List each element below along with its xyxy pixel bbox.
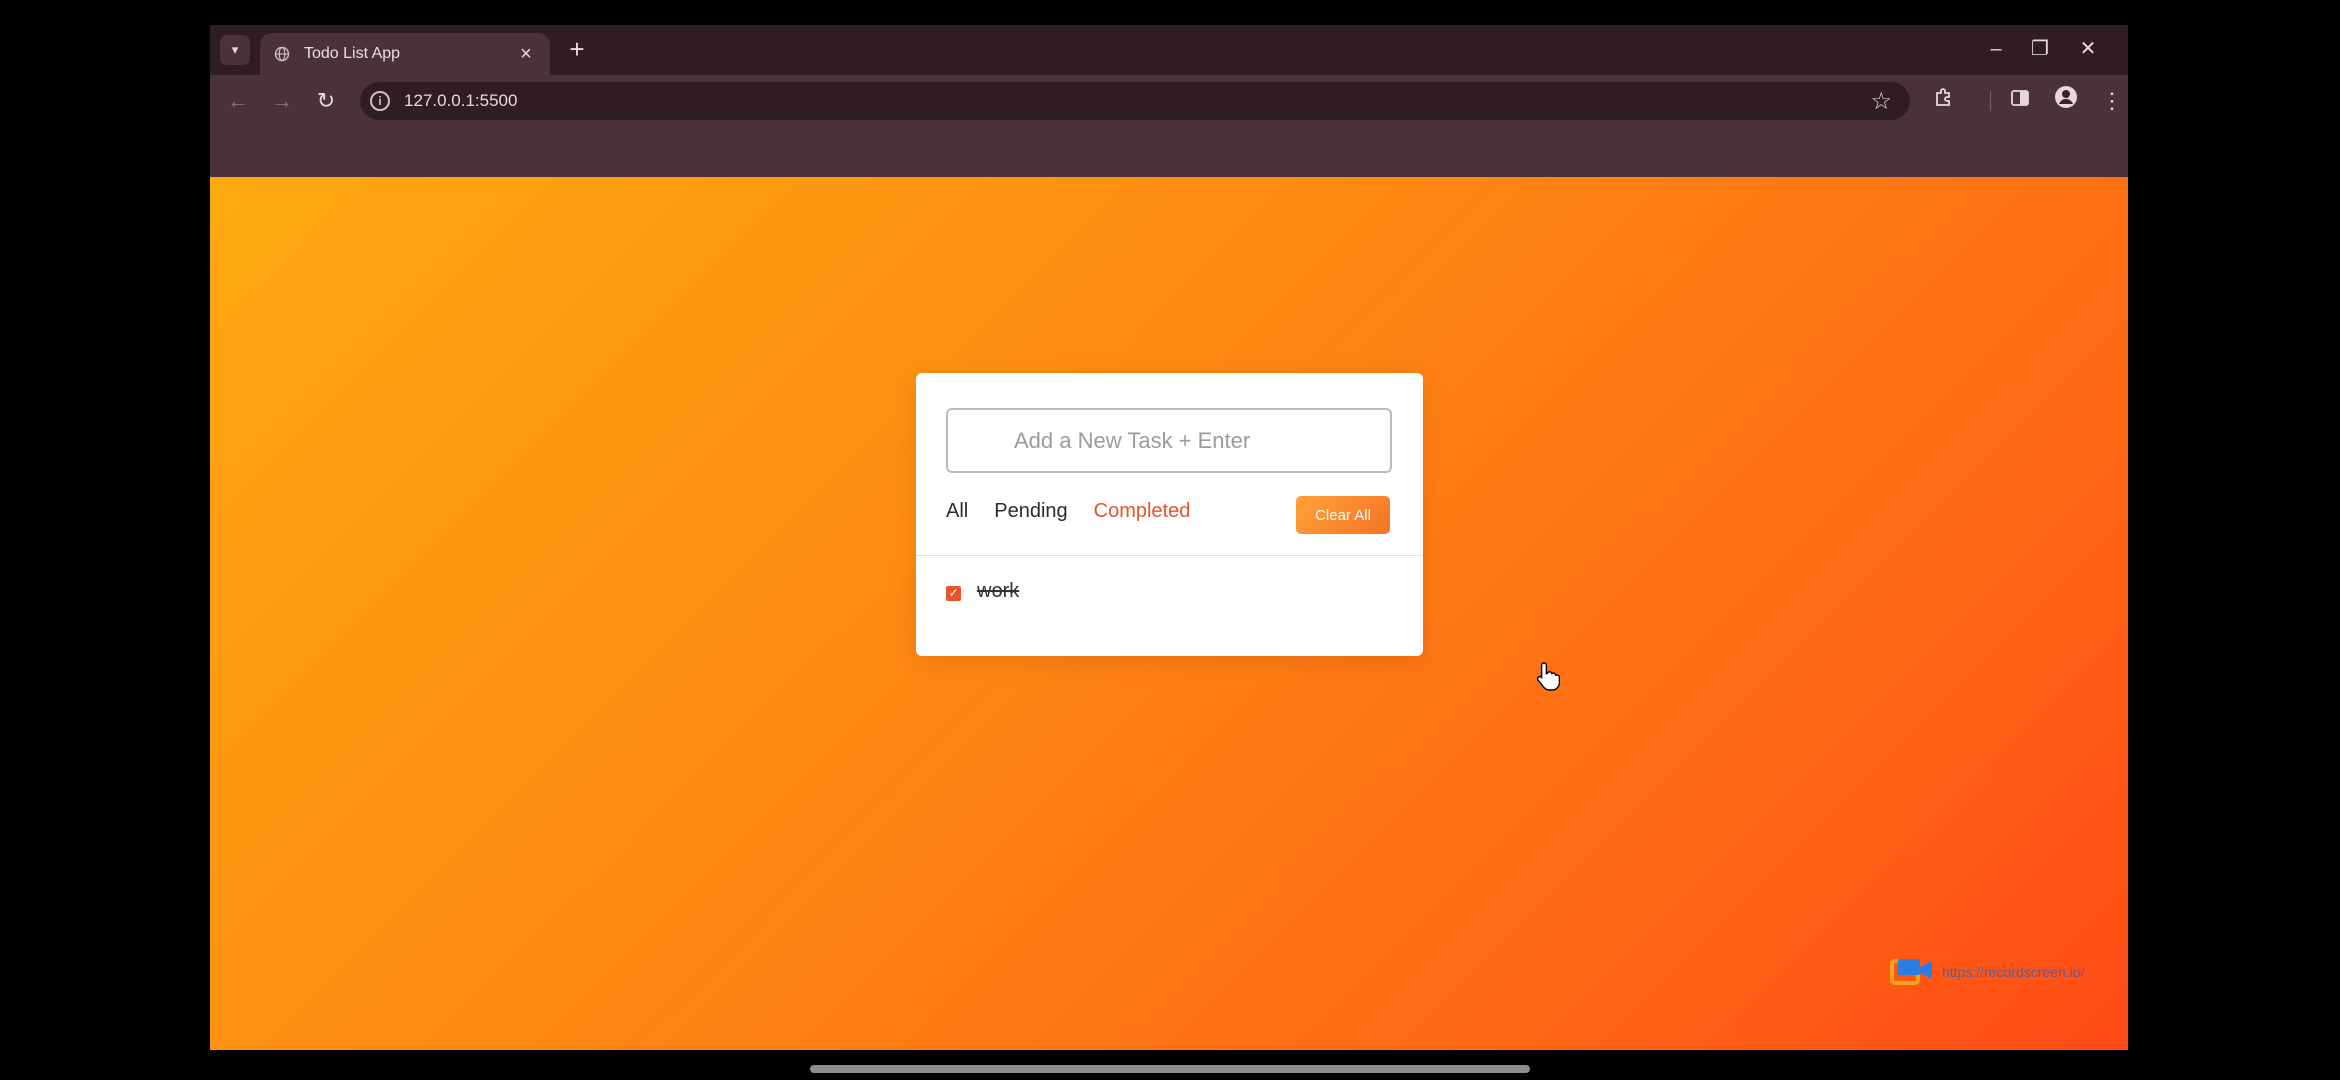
plus-icon: + <box>569 34 585 64</box>
tab-search-button[interactable]: ▾ <box>220 35 250 65</box>
close-icon: ✕ <box>2079 38 2097 60</box>
filter-all[interactable]: All <box>946 500 968 523</box>
forward-icon: → <box>271 88 293 113</box>
todo-card: All Pending Completed Clear All ✓ work <box>916 373 1423 656</box>
bookmarks-bar <box>210 127 2128 177</box>
task-input[interactable] <box>946 408 1392 473</box>
task-item: ✓ work <box>946 580 1019 603</box>
restore-button[interactable]: ❐ <box>2018 31 2062 67</box>
filter-pending[interactable]: Pending <box>994 500 1067 523</box>
close-icon[interactable]: × <box>514 43 538 66</box>
filter-completed[interactable]: Completed <box>1094 500 1191 523</box>
toolbar-divider <box>1990 91 1991 111</box>
tab-strip: ▾ Todo List App × + – ❐ ✕ <box>210 25 2128 75</box>
back-icon: ← <box>227 88 249 113</box>
recorder-watermark: https://recordscreen.io/ <box>1890 957 2084 987</box>
back-button[interactable]: ← <box>222 85 254 117</box>
filter-tabs: All Pending Completed <box>946 500 1190 523</box>
divider <box>916 555 1423 556</box>
task-list: ✓ work <box>946 580 1019 603</box>
extensions-icon <box>1933 88 1955 113</box>
profile-button[interactable] <box>2050 85 2082 117</box>
tab-todo-list-app[interactable]: Todo List App × <box>260 33 550 75</box>
chevron-down-icon: ▾ <box>231 42 239 57</box>
page-viewport: All Pending Completed Clear All ✓ work h… <box>210 177 2128 1050</box>
info-icon[interactable]: i <box>370 91 390 111</box>
forward-button[interactable]: → <box>266 85 298 117</box>
clear-all-button[interactable]: Clear All <box>1296 496 1390 534</box>
tab-title: Todo List App <box>304 45 401 62</box>
video-camera-icon <box>1890 957 1936 987</box>
browser-window: ▾ Todo List App × + – ❐ ✕ ← → ↻ i 127.0.… <box>210 25 2128 1050</box>
gesture-home-bar[interactable] <box>810 1065 1530 1073</box>
address-bar[interactable]: i 127.0.0.1:5500 ☆ <box>360 82 1910 120</box>
side-panel-button[interactable] <box>2004 85 2036 117</box>
watermark-text: https://recordscreen.io/ <box>1942 964 2085 980</box>
reload-button[interactable]: ↻ <box>310 85 342 117</box>
more-vert-icon: ⋮ <box>2101 88 2123 113</box>
task-checkbox[interactable]: ✓ <box>946 585 961 601</box>
task-text: work <box>977 580 1020 602</box>
profile-icon <box>2054 86 2078 114</box>
more-menu-button[interactable]: ⋮ <box>2096 85 2128 117</box>
extensions-button[interactable] <box>1928 85 1960 117</box>
globe-icon <box>272 44 292 64</box>
browser-toolbar: ← → ↻ i 127.0.0.1:5500 ☆ ⋮ <box>210 75 2128 127</box>
hand-cursor-icon <box>1536 662 1560 691</box>
star-icon[interactable]: ☆ <box>1870 87 1892 116</box>
url-text[interactable]: 127.0.0.1:5500 <box>404 91 1870 111</box>
reload-icon: ↻ <box>316 88 336 113</box>
side-panel-icon <box>2010 88 2030 113</box>
restore-icon: ❐ <box>2031 38 2049 60</box>
minimize-icon: – <box>1990 38 2002 60</box>
new-tab-button[interactable]: + <box>562 35 592 65</box>
close-window-button[interactable]: ✕ <box>2066 31 2110 67</box>
minimize-button[interactable]: – <box>1974 31 2018 67</box>
